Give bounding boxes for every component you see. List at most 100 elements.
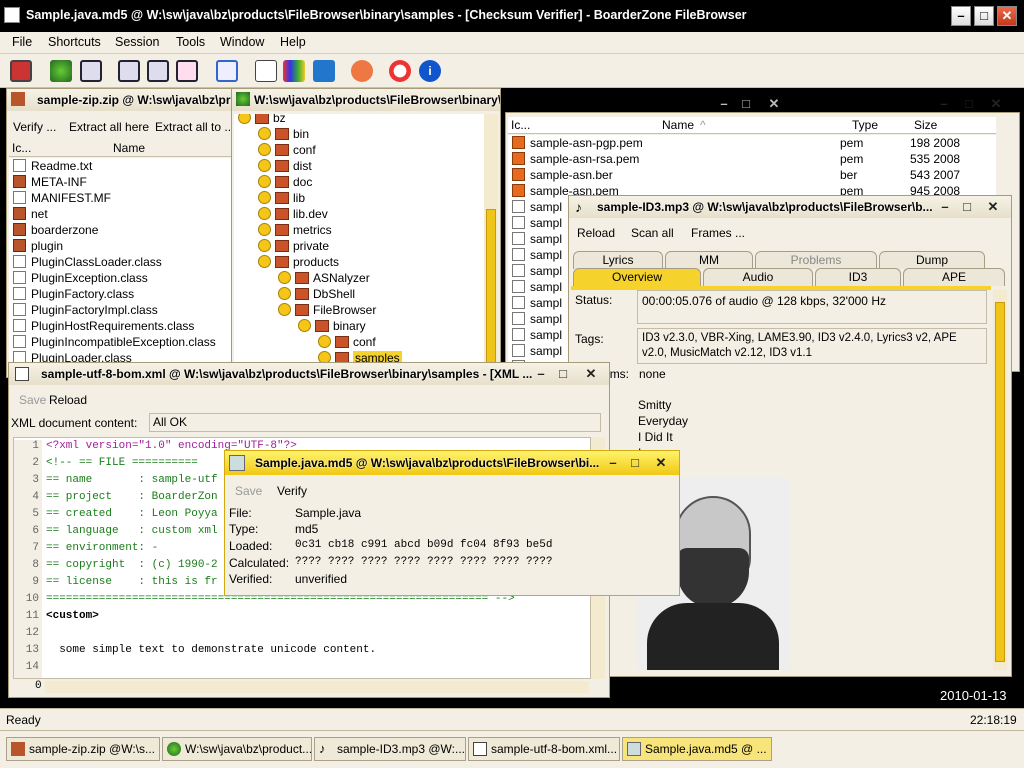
- tree-window-title-bar[interactable]: W:\sw\java\bz\products\FileBrowser\binar…: [232, 89, 500, 111]
- zip-row[interactable]: boarderzone: [9, 222, 233, 238]
- id3-maximize-button[interactable]: □: [959, 199, 975, 215]
- zip-row[interactable]: PluginFactoryImpl.class: [9, 302, 233, 318]
- checksum-verify-button[interactable]: Verify: [277, 484, 307, 498]
- expand-handle-icon[interactable]: [238, 114, 251, 124]
- xml-maximize-button[interactable]: □: [555, 366, 571, 382]
- id3-window-title-bar[interactable]: ♪ sample-ID3.mp3 @ W:\sw\java\bz\product…: [569, 196, 1011, 218]
- tree-node[interactable]: doc: [258, 174, 312, 190]
- zip-row[interactable]: PluginFactory.class: [9, 286, 233, 302]
- expand-handle-icon[interactable]: [258, 191, 271, 204]
- checksum-window-title-bar[interactable]: Sample.java.md5 @ W:\sw\java\bz\products…: [225, 451, 679, 475]
- zip-col-name[interactable]: Name: [113, 141, 145, 155]
- xml-reload-button[interactable]: Reload: [49, 393, 87, 407]
- expand-handle-icon[interactable]: [278, 303, 291, 316]
- xml-minimize-button[interactable]: –: [533, 366, 549, 382]
- xml-save-button[interactable]: Save: [19, 393, 46, 407]
- tab-ape[interactable]: APE: [903, 268, 1005, 286]
- tree-node[interactable]: private: [258, 238, 329, 254]
- expand-handle-icon[interactable]: [318, 335, 331, 348]
- menu-window[interactable]: Window: [220, 35, 264, 49]
- zip-row[interactable]: PluginIncompatibleException.class: [9, 334, 233, 350]
- inactive-maximize-button[interactable]: □: [738, 96, 754, 112]
- task-id3[interactable]: ♪ sample-ID3.mp3 @W:...: [314, 737, 466, 761]
- file-col-size[interactable]: Size: [914, 118, 937, 132]
- tree-node[interactable]: DbShell: [278, 286, 355, 302]
- browser-minimize-button[interactable]: –: [936, 96, 952, 112]
- zip-row[interactable]: plugin: [9, 238, 233, 254]
- file-row[interactable]: sample-asn.ber ber 543 2007: [508, 167, 996, 183]
- zip-col-icon[interactable]: Ic...: [12, 141, 31, 155]
- checksum-save-button[interactable]: Save: [235, 484, 262, 498]
- id3-minimize-button[interactable]: –: [937, 199, 953, 215]
- menu-file[interactable]: File: [12, 35, 32, 49]
- browser-close-button[interactable]: ✕: [988, 96, 1004, 112]
- checksum-maximize-button[interactable]: □: [627, 455, 643, 471]
- box-icon[interactable]: [313, 60, 335, 82]
- minimize-button[interactable]: –: [951, 6, 971, 26]
- file-col-type[interactable]: Type: [852, 118, 878, 132]
- palette-icon[interactable]: [283, 60, 305, 82]
- window-tile-icon[interactable]: [147, 60, 169, 82]
- checksum-close-button[interactable]: ✕: [653, 455, 669, 471]
- expand-handle-icon[interactable]: [258, 255, 271, 268]
- task-tree[interactable]: W:\sw\java\bz\product...: [162, 737, 312, 761]
- menu-session[interactable]: Session: [115, 35, 159, 49]
- expand-handle-icon[interactable]: [258, 223, 271, 236]
- inactive-minimize-button[interactable]: –: [716, 96, 732, 112]
- tab-id3[interactable]: ID3: [815, 268, 901, 286]
- browser-maximize-button[interactable]: □: [961, 96, 977, 112]
- maximize-button[interactable]: □: [974, 6, 994, 26]
- file-row[interactable]: sample-asn-rsa.pem pem 535 2008: [508, 151, 996, 167]
- zip-row[interactable]: PluginHostRequirements.class: [9, 318, 233, 334]
- fullscreen-icon[interactable]: [216, 60, 238, 82]
- tree-node[interactable]: binary: [298, 318, 366, 334]
- edit-icon[interactable]: [255, 60, 277, 82]
- tree-node[interactable]: metrics: [258, 222, 332, 238]
- expand-handle-icon[interactable]: [258, 143, 271, 156]
- extract-all-here-button[interactable]: Extract all here: [69, 120, 149, 134]
- zip-row[interactable]: MANIFEST.MF: [9, 190, 233, 206]
- xml-close-button[interactable]: ✕: [583, 366, 599, 382]
- tree-node[interactable]: conf: [258, 142, 316, 158]
- xml-hscrollbar[interactable]: [45, 681, 589, 693]
- window-icon[interactable]: [80, 60, 102, 82]
- tree-icon[interactable]: [50, 60, 72, 82]
- tab-lyrics[interactable]: Lyrics: [573, 251, 663, 269]
- info-icon[interactable]: i: [419, 60, 441, 82]
- id3-scroll-thumb[interactable]: [995, 302, 1005, 662]
- tree-node[interactable]: bin: [258, 126, 309, 142]
- tree-node[interactable]: products: [258, 254, 339, 270]
- id3-scrollbar[interactable]: [993, 290, 1007, 670]
- expand-handle-icon[interactable]: [258, 175, 271, 188]
- file-row[interactable]: sample-asn-pgp.pem pem 198 2008: [508, 135, 996, 151]
- zip-row[interactable]: META-INF: [9, 174, 233, 190]
- tree-node[interactable]: FileBrowser: [278, 302, 376, 318]
- expand-handle-icon[interactable]: [278, 271, 291, 284]
- tree-node[interactable]: dist: [258, 158, 312, 174]
- menu-tools[interactable]: Tools: [176, 35, 205, 49]
- checksum-minimize-button[interactable]: –: [605, 455, 621, 471]
- lifebuoy-icon[interactable]: [389, 60, 411, 82]
- close-button[interactable]: ✕: [997, 6, 1017, 26]
- id3-scan-all-button[interactable]: Scan all: [631, 226, 674, 240]
- tree-node[interactable]: lib: [258, 190, 305, 206]
- zip-row[interactable]: PluginClassLoader.class: [9, 254, 233, 270]
- menu-shortcuts[interactable]: Shortcuts: [48, 35, 101, 49]
- expand-handle-icon[interactable]: [258, 207, 271, 220]
- tree-node[interactable]: lib.dev: [258, 206, 328, 222]
- id3-frames-button[interactable]: Frames ...: [691, 226, 745, 240]
- tab-problems[interactable]: Problems: [755, 251, 877, 269]
- zip-row[interactable]: PluginException.class: [9, 270, 233, 286]
- tab-dump[interactable]: Dump: [879, 251, 985, 269]
- file-col-icon[interactable]: Ic...: [511, 118, 530, 132]
- tab-overview[interactable]: Overview: [573, 268, 701, 286]
- window-close-icon[interactable]: [176, 60, 198, 82]
- task-zip[interactable]: sample-zip.zip @W:\s...: [6, 737, 160, 761]
- xml-window-title-bar[interactable]: sample-utf-8-bom.xml @ W:\sw\java\bz\pro…: [9, 363, 609, 385]
- tab-audio[interactable]: Audio: [703, 268, 813, 286]
- task-xml[interactable]: sample-utf-8-bom.xml...: [468, 737, 620, 761]
- inactive-close-button[interactable]: ✕: [766, 96, 782, 112]
- zip-row[interactable]: Readme.txt: [9, 158, 233, 174]
- tab-mm[interactable]: MM: [665, 251, 753, 269]
- tree-scroll-thumb[interactable]: [486, 209, 496, 379]
